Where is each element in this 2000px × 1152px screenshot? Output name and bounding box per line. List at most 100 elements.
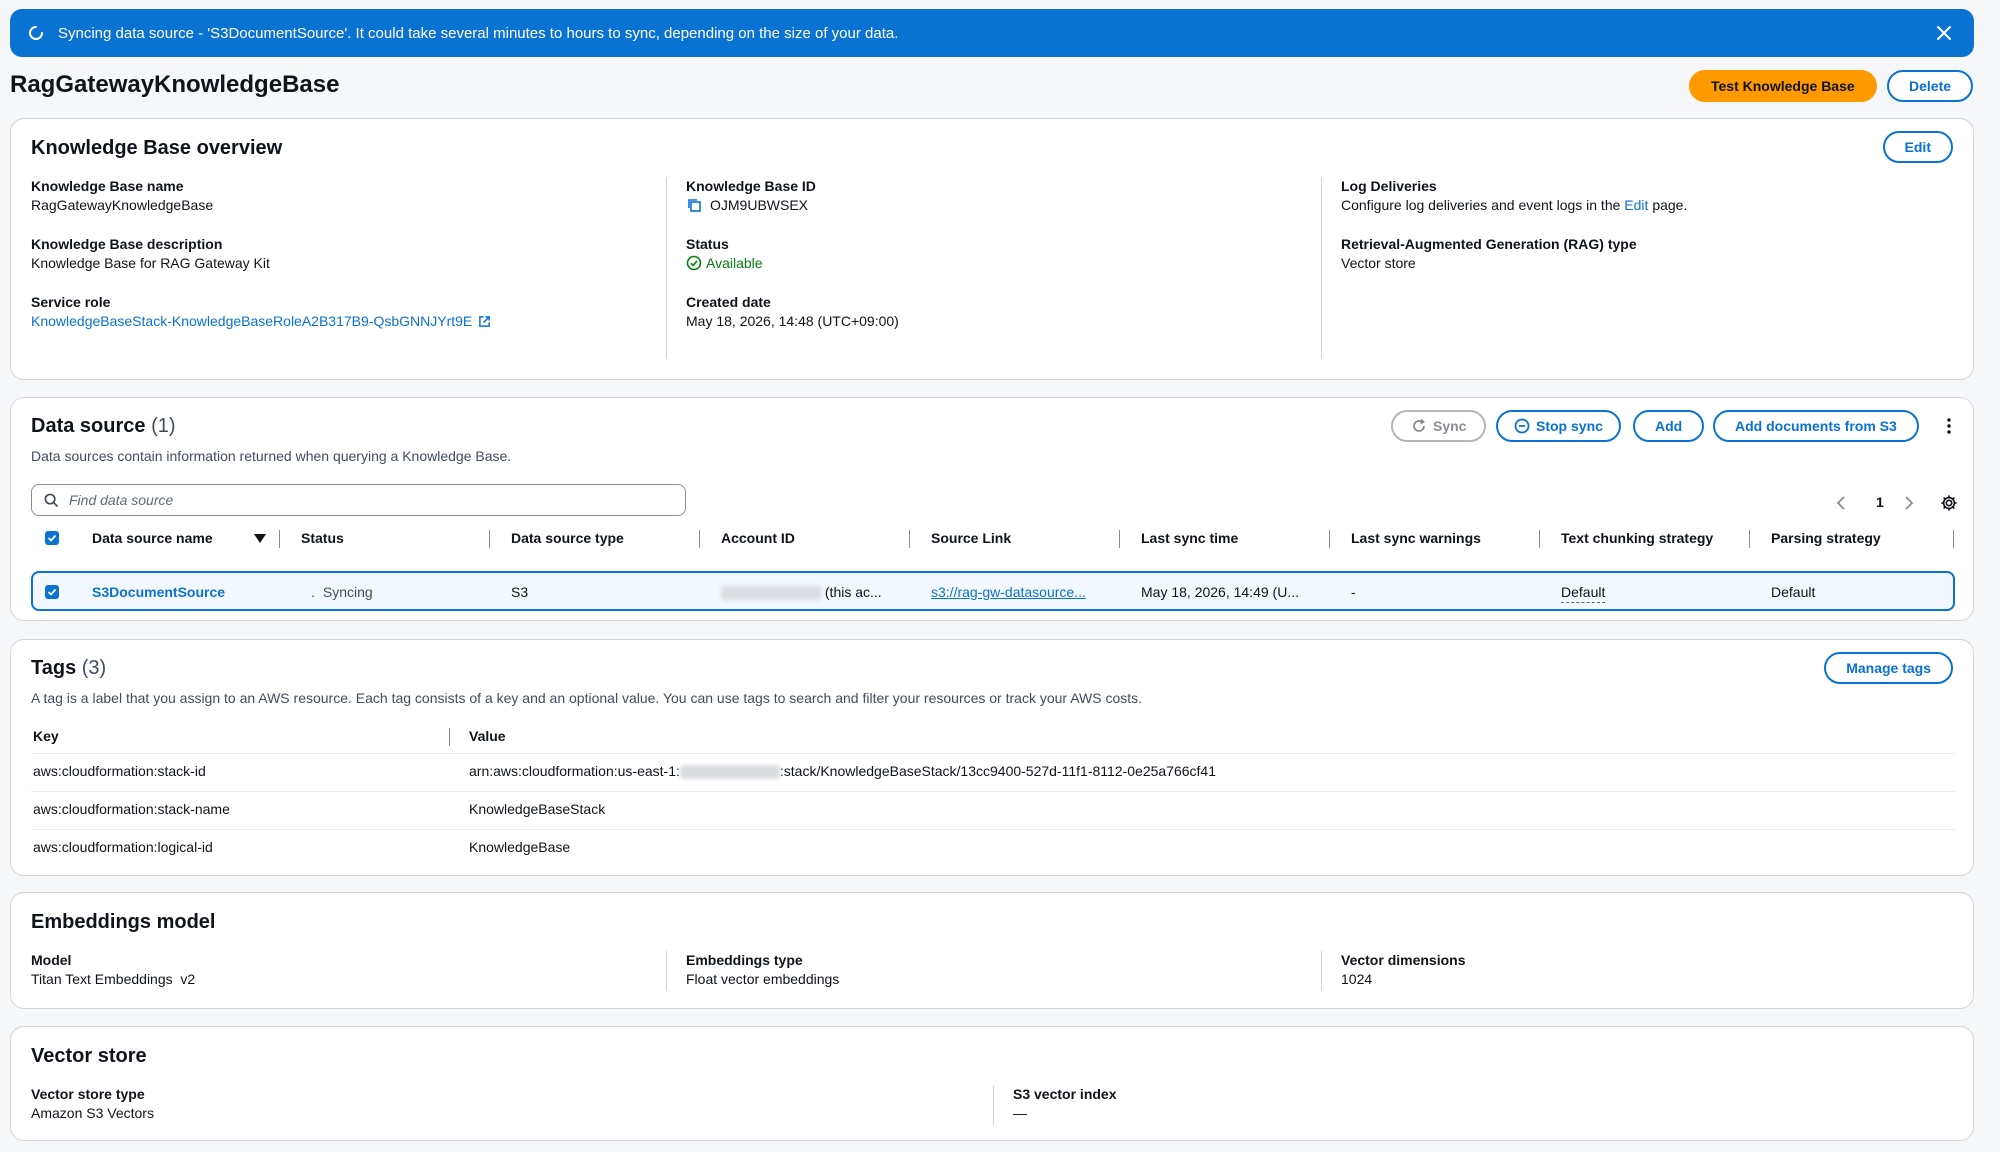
row-checkbox[interactable] <box>45 585 59 599</box>
vector-store-type-label: Vector store type <box>31 1086 145 1102</box>
tag-row: aws:cloudformation:stack-id arn:aws:clou… <box>31 753 1955 792</box>
tags-title-text: Tags <box>31 657 77 679</box>
refresh-icon <box>1411 418 1427 434</box>
add-documents-button[interactable]: Add documents from S3 <box>1713 410 1919 442</box>
kb-description-label: Knowledge Base description <box>31 236 223 252</box>
stop-sync-button[interactable]: Stop sync <box>1496 410 1621 442</box>
vector-dimensions-value: 1024 <box>1341 971 1373 987</box>
status-value: Available <box>706 255 763 271</box>
log-deliveries-suffix: page. <box>1652 197 1688 213</box>
row-account-suffix: (this ac... <box>824 584 882 600</box>
source-link[interactable]: s3://rag-gw-datasource... <box>931 582 1086 602</box>
sort-descending-icon[interactable] <box>254 534 266 544</box>
col-header-name[interactable]: Data source name <box>92 528 213 548</box>
stop-circle-icon <box>1514 418 1530 434</box>
search-icon <box>44 493 59 508</box>
data-source-title: Data source (1) <box>31 415 176 438</box>
status-label: Status <box>686 236 729 252</box>
overview-title: Knowledge Base overview <box>31 137 283 159</box>
tag-key: aws:cloudformation:stack-id <box>33 763 206 779</box>
col-header-source-link[interactable]: Source Link <box>931 528 1011 548</box>
model-label: Model <box>31 952 72 968</box>
more-options-icon[interactable] <box>1939 416 1959 436</box>
overview-edit-button[interactable]: Edit <box>1882 131 1953 163</box>
embeddings-card: Embeddings model Model Titan Text Embedd… <box>10 892 1974 1009</box>
next-page-icon[interactable] <box>1904 496 1914 510</box>
data-source-title-text: Data source <box>31 415 146 437</box>
embeddings-type-value: Float vector embeddings <box>686 971 840 987</box>
vector-dimensions-label: Vector dimensions <box>1341 952 1466 968</box>
kb-id-value: OJM9UBWSEX <box>710 197 809 213</box>
rag-type-label: Retrieval-Augmented Generation (RAG) typ… <box>1341 236 1637 252</box>
tag-value: KnowledgeBaseStack <box>469 801 606 817</box>
test-knowledge-base-button[interactable]: Test Knowledge Base <box>1689 70 1877 102</box>
col-header-account[interactable]: Account ID <box>721 528 795 548</box>
col-header-chunking[interactable]: Text chunking strategy <box>1561 528 1713 548</box>
search-input[interactable] <box>67 491 631 509</box>
sync-button[interactable]: Sync <box>1391 410 1487 442</box>
vector-store-type-value: Amazon S3 Vectors <box>31 1105 154 1121</box>
row-last-sync: May 18, 2026, 14:49 (U... <box>1141 584 1299 600</box>
row-type: S3 <box>511 584 529 600</box>
stop-sync-label: Stop sync <box>1536 418 1603 434</box>
col-header-status[interactable]: Status <box>301 528 344 548</box>
row-chunking[interactable]: Default <box>1561 582 1606 603</box>
sync-label: Sync <box>1433 418 1467 434</box>
kb-id-label: Knowledge Base ID <box>686 178 816 194</box>
row-status-text: Syncing <box>322 584 373 600</box>
embeddings-title: Embeddings model <box>31 911 216 933</box>
data-source-count: (1) <box>151 415 176 437</box>
search-box <box>31 484 686 516</box>
kb-name-value: RagGatewayKnowledgeBase <box>31 197 214 213</box>
created-date-value: May 18, 2026, 14:48 (UTC+09:00) <box>686 313 899 329</box>
select-all-checkbox[interactable] <box>45 531 59 545</box>
col-header-warnings[interactable]: Last sync warnings <box>1351 528 1481 548</box>
tags-card: Tags (3) Manage tags A tag is a label th… <box>10 639 1974 876</box>
page-title: RagGatewayKnowledgeBase <box>10 71 340 98</box>
col-header-type[interactable]: Data source type <box>511 528 624 548</box>
embeddings-type-label: Embeddings type <box>686 952 803 968</box>
tag-value-suffix: :stack/KnowledgeBaseStack/13cc9400-527d-… <box>779 763 1216 779</box>
col-header-last-sync[interactable]: Last sync time <box>1141 528 1238 548</box>
redacted-account-id <box>679 765 780 780</box>
previous-page-icon[interactable] <box>1836 496 1846 510</box>
data-source-name-link[interactable]: S3DocumentSource <box>92 582 225 602</box>
tag-key: aws:cloudformation:stack-name <box>33 801 230 817</box>
log-edit-link[interactable]: Edit <box>1624 197 1648 213</box>
service-role-link[interactable]: KnowledgeBaseStack-KnowledgeBaseRoleA2B3… <box>31 311 491 331</box>
sync-banner: Syncing data source - 'S3DocumentSource'… <box>10 9 1974 57</box>
data-source-description: Data sources contain information returne… <box>31 448 512 464</box>
settings-gear-icon[interactable] <box>1940 494 1958 512</box>
service-role-label: Service role <box>31 294 111 310</box>
tag-row: aws:cloudformation:stack-name KnowledgeB… <box>31 791 1955 830</box>
manage-tags-button[interactable]: Manage tags <box>1824 652 1953 684</box>
kb-description-value: Knowledge Base for RAG Gateway Kit <box>31 255 270 271</box>
s3-vector-index-label: S3 vector index <box>1013 1086 1117 1102</box>
s3-vector-index-value: — <box>1013 1105 1027 1121</box>
service-role-value[interactable]: KnowledgeBaseStack-KnowledgeBaseRoleA2B3… <box>31 311 472 331</box>
tags-value-header: Value <box>469 728 506 744</box>
row-status: . Syncing <box>311 582 373 602</box>
copy-icon[interactable] <box>686 197 702 213</box>
tag-value: arn:aws:cloudformation:us-east-1: :stack/… <box>469 763 1216 780</box>
row-account: (this ac... <box>721 582 882 602</box>
col-header-parsing[interactable]: Parsing strategy <box>1771 528 1881 548</box>
check-circle-icon <box>686 255 702 271</box>
add-button[interactable]: Add <box>1633 410 1705 442</box>
created-date-label: Created date <box>686 294 771 310</box>
tag-value-prefix: arn:aws:cloudformation:us-east-1: <box>469 763 680 779</box>
model-value: Titan Text Embeddings v2 <box>31 971 196 987</box>
tags-key-header: Key <box>33 728 59 744</box>
page-number[interactable]: 1 <box>1876 494 1884 510</box>
banner-message: Syncing data source - 'S3DocumentSource'… <box>58 24 899 42</box>
tag-row: aws:cloudformation:logical-id KnowledgeB… <box>31 829 1955 868</box>
tags-count: (3) <box>81 657 107 679</box>
delete-button[interactable]: Delete <box>1887 70 1974 102</box>
tags-description: A tag is a label that you assign to an A… <box>31 690 1143 706</box>
kb-name-label: Knowledge Base name <box>31 178 184 194</box>
vector-store-title: Vector store <box>31 1045 147 1067</box>
rag-type-value: Vector store <box>1341 255 1416 271</box>
log-deliveries-label: Log Deliveries <box>1341 178 1437 194</box>
close-icon[interactable] <box>1932 21 1956 45</box>
tag-key: aws:cloudformation:logical-id <box>33 839 213 855</box>
